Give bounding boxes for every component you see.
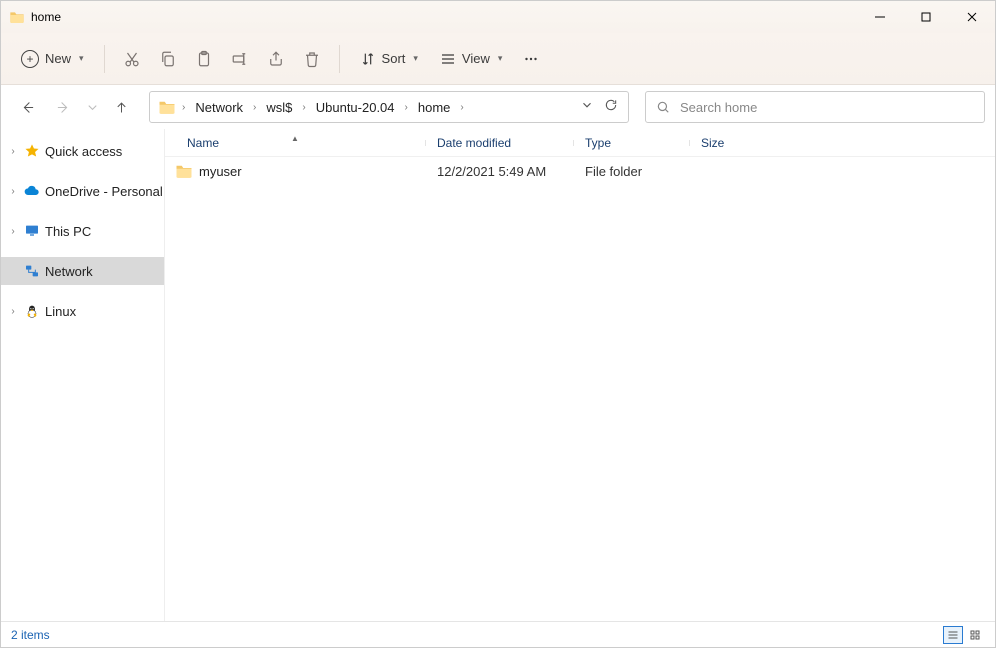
back-button[interactable] — [11, 91, 43, 123]
navigation-bar: › Network › wsl$ › Ubuntu-20.04 › home › — [1, 85, 995, 129]
thumbnails-view-toggle[interactable] — [965, 626, 985, 644]
sidebar-item-this-pc[interactable]: › This PC — [1, 217, 164, 245]
sidebar-item-linux[interactable]: › Linux — [1, 297, 164, 325]
linux-icon — [23, 302, 41, 320]
chevron-down-icon: ▾ — [498, 53, 503, 64]
sidebar-item-quick-access[interactable]: › Quick access — [1, 137, 164, 165]
sort-button-label: Sort — [382, 51, 406, 66]
ribbon-toolbar: + New ▾ Sort ▾ View ▾ — [1, 33, 995, 85]
breadcrumb-network[interactable]: Network — [189, 98, 249, 117]
separator — [339, 45, 340, 73]
column-header-type[interactable]: Type — [573, 136, 689, 150]
copy-button[interactable] — [153, 42, 183, 76]
sidebar-item-label: Quick access — [45, 144, 122, 159]
cloud-icon — [23, 182, 41, 200]
maximize-button[interactable] — [903, 1, 949, 33]
sidebar-item-onedrive[interactable]: › OneDrive - Personal — [1, 177, 164, 205]
address-bar[interactable]: › Network › wsl$ › Ubuntu-20.04 › home › — [149, 91, 629, 123]
star-icon — [23, 142, 41, 160]
column-label: Name — [187, 136, 219, 150]
breadcrumb-sep-icon[interactable]: › — [251, 102, 258, 113]
sidebar-item-label: Linux — [45, 304, 76, 319]
file-row[interactable]: myuser 12/2/2021 5:49 AM File folder — [165, 157, 995, 185]
sidebar-item-network[interactable]: › Network — [1, 257, 164, 285]
more-button[interactable] — [516, 42, 546, 76]
plus-icon: + — [21, 50, 39, 68]
breadcrumb-home[interactable]: home — [412, 98, 457, 117]
breadcrumb-wsl[interactable]: wsl$ — [260, 98, 298, 117]
up-button[interactable] — [105, 91, 137, 123]
cut-button[interactable] — [117, 42, 147, 76]
sidebar-item-label: This PC — [45, 224, 91, 239]
rename-button[interactable] — [225, 42, 255, 76]
recent-locations-button[interactable] — [83, 91, 101, 123]
status-bar: 2 items — [1, 621, 995, 647]
column-header-name[interactable]: Name ▲ — [165, 136, 425, 150]
view-icon — [440, 51, 456, 67]
view-button-label: View — [462, 51, 490, 66]
share-button[interactable] — [261, 42, 291, 76]
search-box[interactable] — [645, 91, 985, 123]
details-view-toggle[interactable] — [943, 626, 963, 644]
sort-icon — [360, 51, 376, 67]
view-button[interactable]: View ▾ — [432, 42, 510, 76]
expander-icon[interactable]: › — [7, 146, 19, 157]
refresh-button[interactable] — [604, 98, 618, 117]
delete-button[interactable] — [297, 42, 327, 76]
file-list: Name ▲ Date modified Type Size myuser 12… — [165, 129, 995, 621]
file-name: myuser — [199, 164, 242, 179]
column-header-date[interactable]: Date modified — [425, 136, 573, 150]
sidebar-item-label: Network — [45, 264, 93, 279]
navigation-tree: › Quick access › OneDrive - Personal › T… — [1, 129, 165, 621]
chevron-down-icon: ▾ — [79, 53, 84, 64]
close-button[interactable] — [949, 1, 995, 33]
search-icon — [656, 100, 670, 114]
forward-button[interactable] — [47, 91, 79, 123]
monitor-icon — [23, 222, 41, 240]
minimize-button[interactable] — [857, 1, 903, 33]
folder-icon — [9, 9, 25, 25]
file-type: File folder — [573, 164, 689, 179]
column-headers: Name ▲ Date modified Type Size — [165, 129, 995, 157]
expander-icon[interactable]: › — [7, 306, 19, 317]
window-controls — [857, 1, 995, 33]
chevron-down-icon: ▾ — [413, 53, 418, 64]
status-text: 2 items — [11, 628, 50, 642]
main-area: › Quick access › OneDrive - Personal › T… — [1, 129, 995, 621]
breadcrumb-sep-icon[interactable]: › — [300, 102, 307, 113]
folder-icon — [175, 162, 193, 180]
breadcrumb-sep-icon[interactable]: › — [403, 102, 410, 113]
separator — [104, 45, 105, 73]
breadcrumb-sep-icon[interactable]: › — [180, 102, 187, 113]
folder-icon — [158, 98, 176, 116]
breadcrumb-ubuntu[interactable]: Ubuntu-20.04 — [310, 98, 401, 117]
sidebar-item-label: OneDrive - Personal — [45, 184, 163, 199]
sort-button[interactable]: Sort ▾ — [352, 42, 426, 76]
new-button[interactable]: + New ▾ — [13, 42, 92, 76]
search-input[interactable] — [680, 100, 974, 115]
breadcrumb-sep-icon[interactable]: › — [458, 102, 465, 113]
title-bar: home — [1, 1, 995, 33]
sort-indicator-icon: ▲ — [291, 134, 299, 143]
expander-icon[interactable]: › — [7, 226, 19, 237]
network-icon — [23, 262, 41, 280]
file-date: 12/2/2021 5:49 AM — [425, 164, 573, 179]
new-button-label: New — [45, 51, 71, 66]
column-header-size[interactable]: Size — [689, 136, 769, 150]
paste-button[interactable] — [189, 42, 219, 76]
window-title: home — [31, 10, 61, 24]
expander-icon[interactable]: › — [7, 186, 19, 197]
address-dropdown-button[interactable] — [580, 98, 594, 117]
